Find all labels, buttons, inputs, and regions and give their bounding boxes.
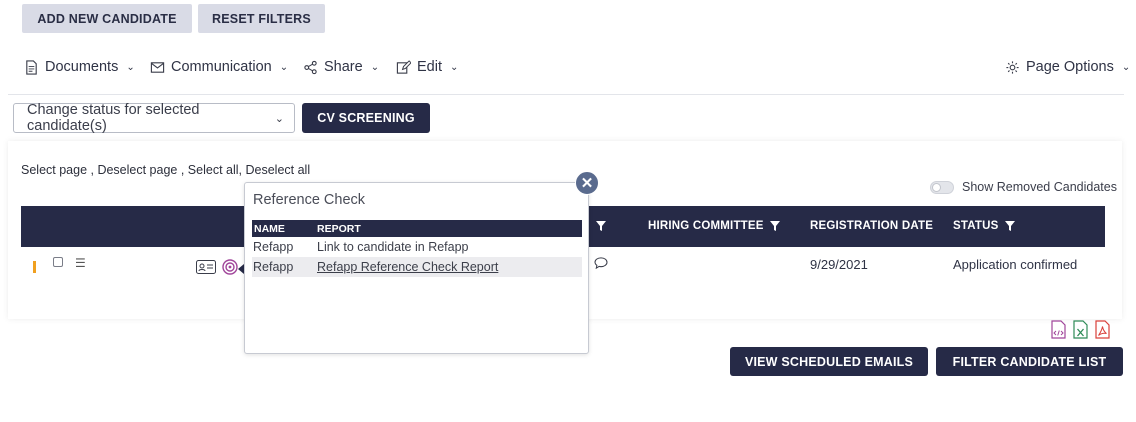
menu-icon[interactable]: ☰	[75, 256, 86, 270]
chevron-down-icon: ⌄	[1121, 61, 1131, 73]
toolbar-divider	[8, 94, 1124, 95]
popup-header-report: REPORT	[317, 223, 361, 235]
popup-header-name: NAME	[254, 223, 285, 235]
status-select-value: Change status for selected candidate(s)	[27, 102, 200, 134]
row-checkbox[interactable]	[53, 257, 63, 267]
reset-filters-button[interactable]: RESET FILTERS	[198, 4, 325, 33]
xml-export-icon[interactable]	[1051, 320, 1066, 339]
page-options-label: Page Options	[1026, 59, 1114, 75]
show-removed-label: Show Removed Candidates	[962, 180, 1117, 194]
mail-icon	[150, 61, 165, 73]
documents-menu[interactable]: Documents ⌄	[24, 58, 135, 76]
popup-table-header: NAME REPORT	[252, 220, 582, 237]
status-cell: Application confirmed	[953, 257, 1078, 272]
header-hiring-committee-label: HIRING COMMITTEE	[648, 220, 764, 232]
share-label: Share	[324, 59, 363, 75]
refapp-report-link[interactable]: Refapp Reference Check Report	[317, 260, 498, 274]
header-registration-date-label: REGISTRATION DATE	[810, 220, 934, 232]
refapp-candidate-link[interactable]: Link to candidate in Refapp	[317, 240, 469, 254]
excel-export-icon[interactable]	[1073, 320, 1088, 339]
row-accent-bar	[33, 261, 36, 273]
chevron-down-icon: ⌄	[370, 61, 380, 73]
deselect-page-link[interactable]: Deselect page	[97, 163, 177, 177]
select-page-link[interactable]: Select page	[21, 163, 87, 177]
share-menu[interactable]: Share ⌄	[303, 58, 379, 76]
chevron-down-icon: ⌄	[274, 112, 284, 125]
page-options-menu[interactable]: Page Options ⌄	[1005, 58, 1130, 76]
add-new-candidate-button[interactable]: ADD NEW CANDIDATE	[22, 4, 192, 33]
reference-check-icon[interactable]	[222, 259, 238, 275]
cv-screening-button[interactable]: CV SCREENING	[302, 103, 430, 133]
view-scheduled-emails-button[interactable]: VIEW SCHEDULED EMAILS	[730, 347, 928, 376]
popup-row: Refapp Refapp Reference Check Report	[252, 257, 582, 277]
header-status-label: STATUS	[953, 220, 999, 232]
popup-row-name: Refapp	[253, 260, 294, 274]
chevron-down-icon: ⌄	[279, 61, 289, 73]
popup-title: Reference Check	[253, 192, 366, 208]
header-registration-date[interactable]: REGISTRATION DATE	[810, 220, 933, 232]
chevron-down-icon: ⌄	[126, 61, 135, 73]
communication-label: Communication	[171, 59, 272, 75]
document-icon	[26, 59, 37, 75]
select-all-link[interactable]: Select all	[188, 163, 239, 177]
show-removed-toggle[interactable]	[930, 180, 954, 194]
close-icon[interactable]: ✕	[575, 171, 599, 195]
share-icon	[304, 60, 317, 74]
edit-label: Edit	[417, 59, 442, 75]
filter-icon[interactable]	[1004, 221, 1015, 231]
popup-row-name: Refapp	[253, 240, 294, 254]
pdf-export-icon[interactable]	[1095, 320, 1110, 339]
documents-label: Documents	[45, 59, 119, 75]
reference-check-popup: Reference Check NAME REPORT Refapp Link …	[244, 182, 589, 354]
gear-icon	[1006, 60, 1019, 74]
header-status[interactable]: STATUS	[953, 220, 1015, 232]
show-removed-toggle-wrap: Show Removed Candidates	[930, 180, 1117, 194]
status-select[interactable]: Change status for selected candidate(s) …	[13, 102, 295, 134]
selection-links: Select page , Deselect page , Select all…	[21, 163, 311, 177]
contact-card-icon[interactable]	[196, 260, 216, 274]
registration-date-cell: 9/29/2021	[810, 257, 868, 272]
filter-candidate-list-button[interactable]: FILTER CANDIDATE LIST	[936, 347, 1123, 376]
deselect-all-link[interactable]: Deselect all	[245, 163, 310, 177]
filter-icon[interactable]	[769, 221, 780, 231]
communication-menu[interactable]: Communication ⌄	[150, 58, 288, 76]
header-hiring-committee[interactable]: HIRING COMMITTEE	[648, 220, 780, 232]
filter-icon[interactable]	[596, 221, 606, 231]
edit-icon	[396, 59, 411, 74]
chevron-down-icon: ⌄	[450, 61, 459, 73]
comment-icon[interactable]	[594, 257, 608, 269]
edit-menu[interactable]: Edit ⌄	[396, 58, 458, 76]
popup-row: Refapp Link to candidate in Refapp	[252, 237, 582, 257]
